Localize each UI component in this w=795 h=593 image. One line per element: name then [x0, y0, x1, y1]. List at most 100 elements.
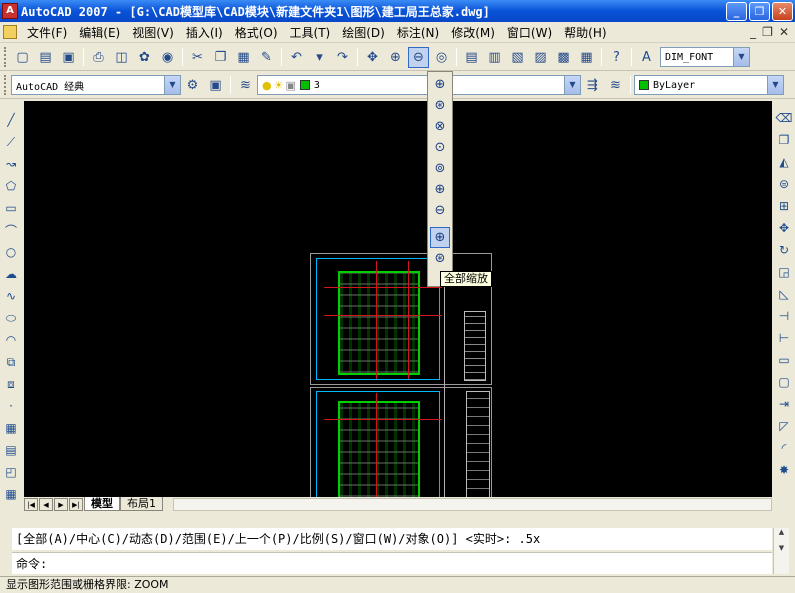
- menu-modify[interactable]: 修改(M): [445, 24, 501, 41]
- move-icon[interactable]: ✥: [775, 217, 793, 239]
- layer-select[interactable]: ● ☀ ▣ 3 ▼: [257, 75, 581, 95]
- arc-icon[interactable]: ⌒: [2, 219, 20, 241]
- break-at-point-icon[interactable]: ▭: [775, 349, 793, 371]
- revision-cloud-icon[interactable]: ☁: [2, 263, 20, 285]
- zoom-center-icon[interactable]: ⊙: [430, 137, 450, 158]
- next-tab-icon[interactable]: ▶: [54, 497, 68, 511]
- document-icon[interactable]: [3, 25, 17, 39]
- color-select[interactable]: ByLayer ▼: [634, 75, 784, 95]
- scale-icon[interactable]: ◲: [775, 261, 793, 283]
- new-file-icon[interactable]: ▢: [12, 47, 33, 68]
- ellipse-icon[interactable]: ⬭: [2, 307, 20, 329]
- autocad-icon[interactable]: A: [2, 3, 18, 19]
- menu-format[interactable]: 格式(O): [229, 24, 284, 41]
- copy-icon[interactable]: ❐: [210, 47, 231, 68]
- drawing-area[interactable]: [24, 101, 772, 497]
- offset-icon[interactable]: ⊜: [775, 173, 793, 195]
- stretch-icon[interactable]: ◺: [775, 283, 793, 305]
- zoom-scale-icon[interactable]: ⊗: [430, 116, 450, 137]
- extend-icon[interactable]: ⊢: [775, 327, 793, 349]
- zoom-flyout-icon[interactable]: ⊖: [408, 46, 429, 68]
- close-button[interactable]: ✕: [772, 1, 793, 21]
- last-tab-icon[interactable]: ▶|: [69, 497, 83, 511]
- insert-block-icon[interactable]: ⧉: [2, 351, 20, 373]
- rotate-icon[interactable]: ↻: [775, 239, 793, 261]
- command-scrollbar[interactable]: ▲ ▼: [773, 528, 789, 574]
- workspace-settings-icon[interactable]: ⚙: [182, 75, 203, 96]
- hatch-icon[interactable]: ▦: [2, 417, 20, 439]
- doc-restore-button[interactable]: ❐: [762, 25, 773, 39]
- chevron-down-icon[interactable]: ▼: [767, 76, 783, 94]
- tab-layout1[interactable]: 布局1: [120, 497, 163, 511]
- undo-dropdown-icon[interactable]: ▾: [309, 47, 330, 68]
- gradient-icon[interactable]: ▤: [2, 439, 20, 461]
- zoom-window-icon[interactable]: ⊕: [430, 74, 450, 95]
- paste-icon[interactable]: ▦: [233, 47, 254, 68]
- zoom-extents-icon[interactable]: ⊛: [430, 248, 450, 269]
- chevron-down-icon[interactable]: ▼: [564, 76, 580, 94]
- properties-icon[interactable]: ▤: [461, 47, 482, 68]
- menu-edit[interactable]: 编辑(E): [73, 24, 126, 41]
- menu-help[interactable]: 帮助(H): [558, 24, 612, 41]
- print-preview-icon[interactable]: ◫: [111, 47, 132, 68]
- layer-manager-icon[interactable]: ≋: [235, 75, 256, 96]
- table-icon[interactable]: ▦: [2, 483, 20, 505]
- mirror-icon[interactable]: ◭: [775, 151, 793, 173]
- zoom-out-icon[interactable]: ⊖: [430, 200, 450, 221]
- zoom-realtime-icon[interactable]: ⊕: [385, 47, 406, 68]
- construction-line-icon[interactable]: ⟋: [2, 131, 20, 153]
- pan-icon[interactable]: ✥: [362, 47, 383, 68]
- design-center-icon[interactable]: ▥: [484, 47, 505, 68]
- tab-model[interactable]: 模型: [84, 497, 120, 511]
- toolbar-grip[interactable]: [4, 47, 8, 67]
- ellipse-arc-icon[interactable]: ◠: [2, 329, 20, 351]
- menu-draw[interactable]: 绘图(D): [336, 24, 391, 41]
- menu-dimension[interactable]: 标注(N): [391, 24, 445, 41]
- first-tab-icon[interactable]: |◀: [24, 497, 38, 511]
- layer-previous-icon[interactable]: ≋: [605, 75, 626, 96]
- horizontal-scrollbar[interactable]: [173, 497, 772, 511]
- my-workspace-icon[interactable]: ▣: [205, 75, 226, 96]
- prev-tab-icon[interactable]: ◀: [39, 497, 53, 511]
- explode-icon[interactable]: ✸: [775, 459, 793, 481]
- polyline-icon[interactable]: ↝: [2, 153, 20, 175]
- help-icon[interactable]: ?: [606, 47, 627, 68]
- array-icon[interactable]: ⊞: [775, 195, 793, 217]
- polygon-icon[interactable]: ⬠: [2, 175, 20, 197]
- text-style-icon[interactable]: A: [636, 47, 657, 68]
- redo-icon[interactable]: ↷: [332, 47, 353, 68]
- match-properties-icon[interactable]: ✎: [256, 47, 277, 68]
- join-icon[interactable]: ⇥: [775, 393, 793, 415]
- command-input[interactable]: 命令:: [12, 552, 772, 574]
- make-current-layer-icon[interactable]: ⇶: [582, 75, 603, 96]
- region-icon[interactable]: ◰: [2, 461, 20, 483]
- open-file-icon[interactable]: ▤: [35, 47, 56, 68]
- toolbar-grip[interactable]: [4, 75, 8, 95]
- zoom-previous-icon[interactable]: ◎: [431, 47, 452, 68]
- dim-style-select[interactable]: DIM_FONT ▼: [660, 47, 750, 67]
- chevron-down-icon[interactable]: ▼: [164, 76, 180, 94]
- menu-insert[interactable]: 插入(I): [180, 24, 229, 41]
- chevron-down-icon[interactable]: ▼: [733, 48, 749, 66]
- save-icon[interactable]: ▣: [58, 47, 79, 68]
- minimize-button[interactable]: _: [726, 1, 747, 21]
- doc-minimize-button[interactable]: _: [750, 25, 756, 39]
- circle-icon[interactable]: ○: [2, 241, 20, 263]
- menu-tools[interactable]: 工具(T): [284, 24, 337, 41]
- erase-icon[interactable]: ⌫: [775, 107, 793, 129]
- zoom-all-icon[interactable]: ⊕: [430, 227, 450, 248]
- menu-file[interactable]: 文件(F): [21, 24, 73, 41]
- zoom-dynamic-icon[interactable]: ⊛: [430, 95, 450, 116]
- restore-button[interactable]: ❐: [749, 1, 770, 21]
- rectangle-icon[interactable]: ▭: [2, 197, 20, 219]
- spline-icon[interactable]: ∿: [2, 285, 20, 307]
- zoom-object-icon[interactable]: ⊚: [430, 158, 450, 179]
- trim-icon[interactable]: ⊣: [775, 305, 793, 327]
- undo-icon[interactable]: ↶: [286, 47, 307, 68]
- sheet-set-icon[interactable]: ▨: [530, 47, 551, 68]
- fillet-icon[interactable]: ◜: [775, 437, 793, 459]
- doc-close-button[interactable]: ✕: [779, 25, 789, 39]
- point-icon[interactable]: ·: [2, 395, 20, 417]
- menu-window[interactable]: 窗口(W): [501, 24, 558, 41]
- menu-view[interactable]: 视图(V): [126, 24, 180, 41]
